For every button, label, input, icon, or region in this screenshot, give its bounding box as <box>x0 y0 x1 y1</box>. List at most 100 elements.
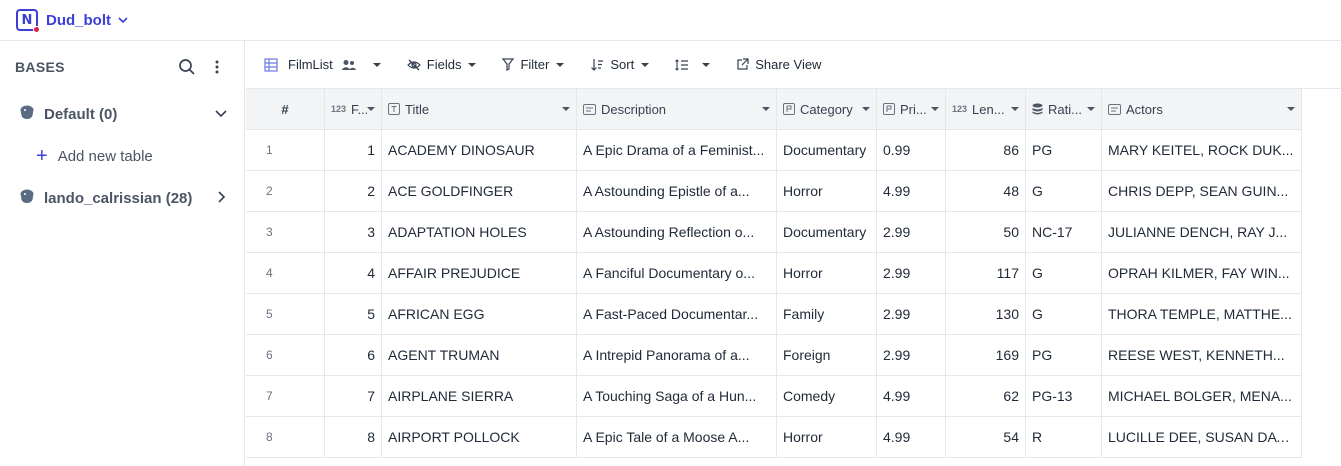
cell-rating[interactable]: PG-13 <box>1026 376 1102 416</box>
base-item-lando-calrissian[interactable]: lando_calrissian (28) <box>0 177 244 219</box>
cell-film-id[interactable]: 6 <box>325 335 382 375</box>
cell-actors[interactable]: OPRAH KILMER, FAY WIN... <box>1102 253 1302 293</box>
cell-film-id[interactable]: 7 <box>325 376 382 416</box>
chevron-right-icon[interactable] <box>214 190 228 207</box>
cell-title[interactable]: AIRPLANE SIERRA <box>382 376 577 416</box>
cell-price[interactable]: 4.99 <box>877 417 946 457</box>
search-icon[interactable] <box>175 55 199 79</box>
cell-film-id[interactable]: 1 <box>325 130 382 170</box>
table-row[interactable]: 8 8 AIRPORT POLLOCK A Epic Tale of a Moose … <box>246 417 1302 458</box>
cell-price[interactable]: 0.99 <box>877 130 946 170</box>
table-row[interactable]: 3 3 ADAPTATION HOLES A Astounding Reflectio… <box>246 212 1302 253</box>
cell-description[interactable]: A Intrepid Panorama of a... <box>577 335 777 375</box>
cell-description[interactable]: A Astounding Epistle of a... <box>577 171 777 211</box>
table-row[interactable]: 6 6 AGENT TRUMAN A Intrepid Panorama of a..… <box>246 335 1302 376</box>
cell-film-id[interactable]: 8 <box>325 417 382 457</box>
cell-film-id[interactable]: 2 <box>325 171 382 211</box>
chevron-down-icon[interactable] <box>1287 107 1295 111</box>
cell-film-id[interactable]: 5 <box>325 294 382 334</box>
chevron-down-icon[interactable] <box>862 107 870 111</box>
table-row[interactable]: 1 1 ACADEMY DINOSAUR A Epic Drama of a Femi… <box>246 130 1302 171</box>
cell-actors[interactable]: MICHAEL BOLGER, MENA... <box>1102 376 1302 416</box>
column-header-description[interactable]: Description <box>577 89 777 129</box>
cell-price[interactable]: 4.99 <box>877 171 946 211</box>
cell-title[interactable]: AGENT TRUMAN <box>382 335 577 375</box>
cell-rating[interactable]: PG <box>1026 130 1102 170</box>
cell-actors[interactable]: LUCILLE DEE, SUSAN DAV... <box>1102 417 1302 457</box>
cell-actors[interactable]: REESE WEST, KENNETH... <box>1102 335 1302 375</box>
cell-actors[interactable]: THORA TEMPLE, MATTHE... <box>1102 294 1302 334</box>
cell-rating[interactable]: PG <box>1026 335 1102 375</box>
chevron-down-icon[interactable] <box>931 107 939 111</box>
cell-description[interactable]: A Fanciful Documentary o... <box>577 253 777 293</box>
column-header-filmid[interactable]: 123 F... <box>325 89 382 129</box>
cell-rating[interactable]: G <box>1026 253 1102 293</box>
cell-category[interactable]: Documentary <box>777 130 877 170</box>
view-selector[interactable]: FilmList <box>264 57 381 72</box>
cell-category[interactable]: Documentary <box>777 212 877 252</box>
cell-length[interactable]: 130 <box>946 294 1026 334</box>
cell-actors[interactable]: CHRIS DEPP, SEAN GUIN... <box>1102 171 1302 211</box>
cell-category[interactable]: Horror <box>777 171 877 211</box>
cell-title[interactable]: ADAPTATION HOLES <box>382 212 577 252</box>
cell-category[interactable]: Comedy <box>777 376 877 416</box>
share-view-button[interactable]: Share View <box>736 57 821 72</box>
cell-description[interactable]: A Astounding Reflection o... <box>577 212 777 252</box>
app-logo[interactable]: N <box>16 9 40 33</box>
project-name[interactable]: Dud_bolt <box>46 12 111 29</box>
cell-category[interactable]: Foreign <box>777 335 877 375</box>
cell-length[interactable]: 86 <box>946 130 1026 170</box>
chevron-down-icon[interactable] <box>1087 107 1095 111</box>
chevron-down-icon[interactable] <box>1011 107 1019 111</box>
cell-rating[interactable]: G <box>1026 294 1102 334</box>
filter-button[interactable]: Filter <box>502 57 565 72</box>
cell-rating[interactable]: G <box>1026 171 1102 211</box>
cell-title[interactable]: ACADEMY DINOSAUR <box>382 130 577 170</box>
column-header-length[interactable]: 123 Len... <box>946 89 1026 129</box>
cell-category[interactable]: Horror <box>777 417 877 457</box>
cell-price[interactable]: 4.99 <box>877 376 946 416</box>
more-vertical-icon[interactable] <box>205 55 229 79</box>
cell-category[interactable]: Horror <box>777 253 877 293</box>
chevron-down-icon[interactable] <box>562 107 570 111</box>
chevron-down-icon[interactable] <box>367 107 375 111</box>
base-item-default[interactable]: Default (0) <box>0 93 244 135</box>
chevron-down-icon[interactable] <box>762 107 770 111</box>
cell-price[interactable]: 2.99 <box>877 212 946 252</box>
cell-price[interactable]: 2.99 <box>877 294 946 334</box>
cell-title[interactable]: AIRPORT POLLOCK <box>382 417 577 457</box>
cell-rating[interactable]: NC-17 <box>1026 212 1102 252</box>
column-header-title[interactable]: Title <box>382 89 577 129</box>
chevron-down-icon[interactable] <box>117 14 129 26</box>
table-row[interactable]: 2 2 ACE GOLDFINGER A Astounding Epistle of … <box>246 171 1302 212</box>
cell-actors[interactable]: MARY KEITEL, ROCK DUK... <box>1102 130 1302 170</box>
cell-description[interactable]: A Epic Tale of a Moose A... <box>577 417 777 457</box>
column-header-rating[interactable]: Rati... <box>1026 89 1102 129</box>
cell-length[interactable]: 62 <box>946 376 1026 416</box>
cell-film-id[interactable]: 3 <box>325 212 382 252</box>
cell-rating[interactable]: R <box>1026 417 1102 457</box>
column-header-category[interactable]: Category <box>777 89 877 129</box>
cell-length[interactable]: 50 <box>946 212 1026 252</box>
cell-price[interactable]: 2.99 <box>877 253 946 293</box>
cell-description[interactable]: A Fast-Paced Documentar... <box>577 294 777 334</box>
cell-length[interactable]: 169 <box>946 335 1026 375</box>
cell-title[interactable]: AFRICAN EGG <box>382 294 577 334</box>
add-new-table-button[interactable]: + Add new table <box>0 135 244 177</box>
cell-film-id[interactable]: 4 <box>325 253 382 293</box>
cell-title[interactable]: AFFAIR PREJUDICE <box>382 253 577 293</box>
cell-description[interactable]: A Touching Saga of a Hun... <box>577 376 777 416</box>
cell-length[interactable]: 54 <box>946 417 1026 457</box>
cell-price[interactable]: 2.99 <box>877 335 946 375</box>
cell-category[interactable]: Family <box>777 294 877 334</box>
cell-actors[interactable]: JULIANNE DENCH, RAY J... <box>1102 212 1302 252</box>
cell-description[interactable]: A Epic Drama of a Feminist... <box>577 130 777 170</box>
row-height-button[interactable] <box>675 58 711 71</box>
table-row[interactable]: 4 4 AFFAIR PREJUDICE A Fanciful Documentary… <box>246 253 1302 294</box>
cell-length[interactable]: 117 <box>946 253 1026 293</box>
table-row[interactable]: 5 5 AFRICAN EGG A Fast-Paced Documentar... F… <box>246 294 1302 335</box>
column-header-price[interactable]: Pri... <box>877 89 946 129</box>
cell-length[interactable]: 48 <box>946 171 1026 211</box>
table-row[interactable]: 7 7 AIRPLANE SIERRA A Touching Saga of a Hu… <box>246 376 1302 417</box>
chevron-down-icon[interactable] <box>214 106 228 123</box>
